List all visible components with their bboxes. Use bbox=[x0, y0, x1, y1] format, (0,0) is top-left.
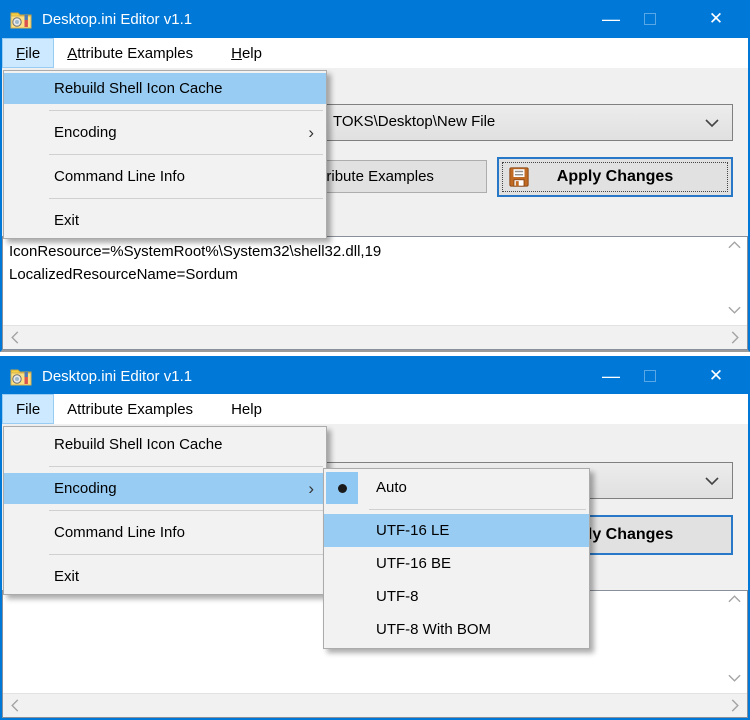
app-icon bbox=[10, 10, 32, 29]
menuitem-exit[interactable]: Exit bbox=[4, 561, 326, 592]
menu-separator bbox=[49, 154, 323, 155]
window-title: Desktop.ini Editor v1.1 bbox=[42, 11, 192, 28]
menubar: File Attribute Examples Help bbox=[2, 394, 748, 424]
chevron-down-icon[interactable] bbox=[705, 477, 719, 486]
scroll-left-icon[interactable] bbox=[10, 331, 19, 344]
menubar: File Attribute Examples Help bbox=[2, 38, 748, 68]
menu-help[interactable]: Help bbox=[218, 394, 275, 424]
menuitem-rebuild-shell-icon-cache[interactable]: Rebuild Shell Icon Cache bbox=[4, 73, 326, 104]
submenuitem-utf16be[interactable]: UTF-16 BE bbox=[324, 547, 589, 580]
submenuitem-utf16le[interactable]: UTF-16 LE bbox=[324, 514, 589, 547]
maximize-icon bbox=[644, 13, 656, 25]
maximize-icon bbox=[644, 370, 656, 382]
scroll-up-icon[interactable] bbox=[728, 594, 742, 608]
path-combobox-value: TOKS\Desktop\New File bbox=[333, 113, 495, 130]
radio-dot-icon bbox=[338, 484, 347, 493]
submenuitem-utf8[interactable]: UTF-8 bbox=[324, 580, 589, 613]
editor-line: IconResource=%SystemRoot%\System32\shell… bbox=[3, 237, 747, 263]
submenu-arrow-icon: › bbox=[308, 473, 314, 504]
window-body: TOKS\Desktop\New File Attribute Examples bbox=[2, 68, 748, 350]
maximize-button[interactable] bbox=[628, 0, 672, 38]
maximize-button[interactable] bbox=[628, 358, 672, 394]
submenu-arrow-icon: › bbox=[308, 117, 314, 148]
editor-line: LocalizedResourceName=Sordum bbox=[3, 263, 747, 286]
menu-file[interactable]: File bbox=[2, 38, 54, 68]
scroll-right-icon[interactable] bbox=[731, 331, 740, 344]
horizontal-scrollbar[interactable] bbox=[3, 325, 747, 349]
scroll-right-icon[interactable] bbox=[731, 699, 740, 712]
chevron-down-icon[interactable] bbox=[705, 119, 719, 128]
submenuitem-auto[interactable]: Auto bbox=[324, 471, 589, 505]
menu-help[interactable]: Help bbox=[218, 38, 275, 68]
submenuitem-utf8bom[interactable]: UTF-8 With BOM bbox=[324, 613, 589, 646]
scroll-down-icon[interactable] bbox=[728, 674, 742, 688]
encoding-submenu: Auto UTF-16 LE UTF-16 BE UTF-8 UTF-8 Wit… bbox=[323, 468, 590, 649]
titlebar[interactable]: Desktop.ini Editor v1.1 — ✕ bbox=[2, 0, 748, 38]
file-menu-dropdown: Rebuild Shell Icon Cache Encoding › Comm… bbox=[3, 426, 327, 595]
window-title: Desktop.ini Editor v1.1 bbox=[42, 368, 192, 385]
menuitem-encoding[interactable]: Encoding › bbox=[4, 117, 326, 148]
menuitem-command-line-info[interactable]: Command Line Info bbox=[4, 161, 326, 192]
menuitem-command-line-info[interactable]: Command Line Info bbox=[4, 517, 326, 548]
ini-editor-textarea[interactable]: IconResource=%SystemRoot%\System32\shell… bbox=[2, 236, 748, 350]
scroll-down-icon[interactable] bbox=[728, 306, 742, 320]
app-icon bbox=[10, 367, 32, 386]
menu-separator bbox=[49, 198, 323, 199]
file-menu-dropdown: Rebuild Shell Icon Cache Encoding › Comm… bbox=[3, 70, 327, 239]
menu-separator bbox=[369, 509, 586, 510]
minimize-button[interactable]: — bbox=[589, 0, 633, 38]
menu-separator bbox=[49, 510, 323, 511]
apply-changes-button[interactable]: Apply Changes bbox=[497, 157, 733, 197]
menu-attribute-examples[interactable]: Attribute Examples bbox=[54, 38, 206, 68]
window-top: Desktop.ini Editor v1.1 — ✕ File Attribu… bbox=[0, 0, 750, 352]
window-body: TOKS\Desktop\New File Apply Changes bbox=[2, 424, 748, 718]
menu-separator bbox=[49, 466, 323, 467]
window-bottom: Desktop.ini Editor v1.1 — ✕ File Attribu… bbox=[0, 356, 750, 720]
menu-separator bbox=[49, 110, 323, 111]
menuitem-exit[interactable]: Exit bbox=[4, 205, 326, 236]
menuitem-rebuild-shell-icon-cache[interactable]: Rebuild Shell Icon Cache bbox=[4, 429, 326, 460]
menu-file[interactable]: File bbox=[2, 394, 54, 424]
minimize-button[interactable]: — bbox=[589, 358, 633, 394]
close-button[interactable]: ✕ bbox=[694, 0, 738, 38]
save-floppy-icon bbox=[508, 166, 530, 188]
horizontal-scrollbar[interactable] bbox=[3, 693, 747, 717]
close-button[interactable]: ✕ bbox=[694, 358, 738, 394]
menuitem-encoding[interactable]: Encoding › bbox=[4, 473, 326, 504]
scroll-left-icon[interactable] bbox=[10, 699, 19, 712]
menu-separator bbox=[49, 554, 323, 555]
menu-attribute-examples[interactable]: Attribute Examples bbox=[54, 394, 206, 424]
radio-selected-background bbox=[326, 472, 358, 504]
titlebar[interactable]: Desktop.ini Editor v1.1 — ✕ bbox=[2, 358, 748, 394]
scroll-up-icon[interactable] bbox=[728, 240, 742, 254]
